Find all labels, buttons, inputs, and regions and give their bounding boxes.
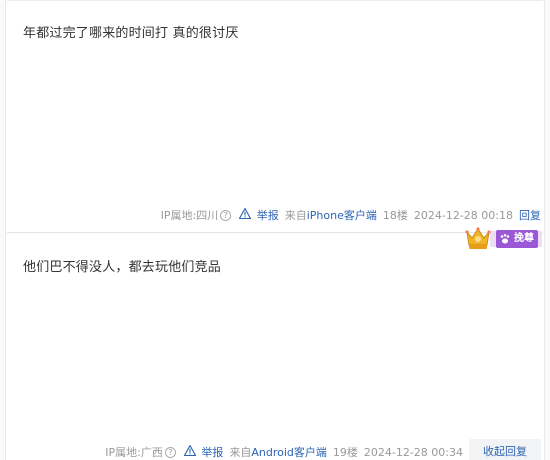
left-border	[0, 0, 6, 460]
report-button[interactable]: 举报	[183, 444, 224, 460]
post-content: 年都过完了哪来的时间打 真的很讨厌	[23, 26, 239, 41]
floor-number: 19楼	[332, 446, 358, 459]
paw-icon	[500, 234, 510, 244]
client-link[interactable]: iPhone客户端	[307, 207, 377, 223]
post-time: 2024-12-28 00:34	[363, 445, 463, 459]
crown-icon	[465, 227, 491, 249]
reply-button[interactable]: 回复	[519, 207, 541, 223]
post-meta: IP属地:四川 ? 举报 来自 iPhone客户端 18楼 2024-12-28…	[161, 207, 541, 223]
badge-text: 挽尊	[514, 233, 534, 244]
report-button[interactable]: 举报	[238, 207, 279, 223]
client-prefix: 来自	[284, 209, 307, 222]
client-prefix: 来自	[229, 446, 252, 459]
report-label: 举报	[201, 446, 224, 459]
floor-number: 18楼	[382, 209, 408, 222]
client-link[interactable]: Android客户端	[251, 444, 327, 460]
help-icon[interactable]: ?	[164, 446, 176, 458]
post-19: 他们巴不得没人，都去玩他们竞品 IP属地:广西 ? 举报 来自 Android客…	[7, 232, 543, 460]
ip-location: IP属地:广西	[105, 446, 163, 459]
post-content: 他们巴不得没人，都去玩他们竞品	[23, 260, 222, 275]
report-label: 举报	[256, 209, 279, 222]
collapse-replies-button[interactable]: 收起回复	[469, 439, 541, 460]
help-icon[interactable]: ?	[220, 209, 232, 221]
right-border	[544, 0, 550, 460]
ip-location: IP属地:四川	[160, 209, 219, 222]
post-time: 2024-12-28 00:18	[413, 208, 513, 222]
post-meta: IP属地:广西 ? 举报 来自 Android客户端 19楼 2024-12-2…	[105, 439, 541, 460]
warning-icon	[183, 444, 197, 457]
warning-icon	[238, 207, 252, 220]
support-badge[interactable]: 挽尊	[454, 226, 544, 252]
badge-label: 挽尊	[496, 230, 538, 248]
post-18: 年都过完了哪来的时间打 真的很讨厌 IP属地:四川 ? 举报 来自 iPhone…	[7, 0, 543, 232]
